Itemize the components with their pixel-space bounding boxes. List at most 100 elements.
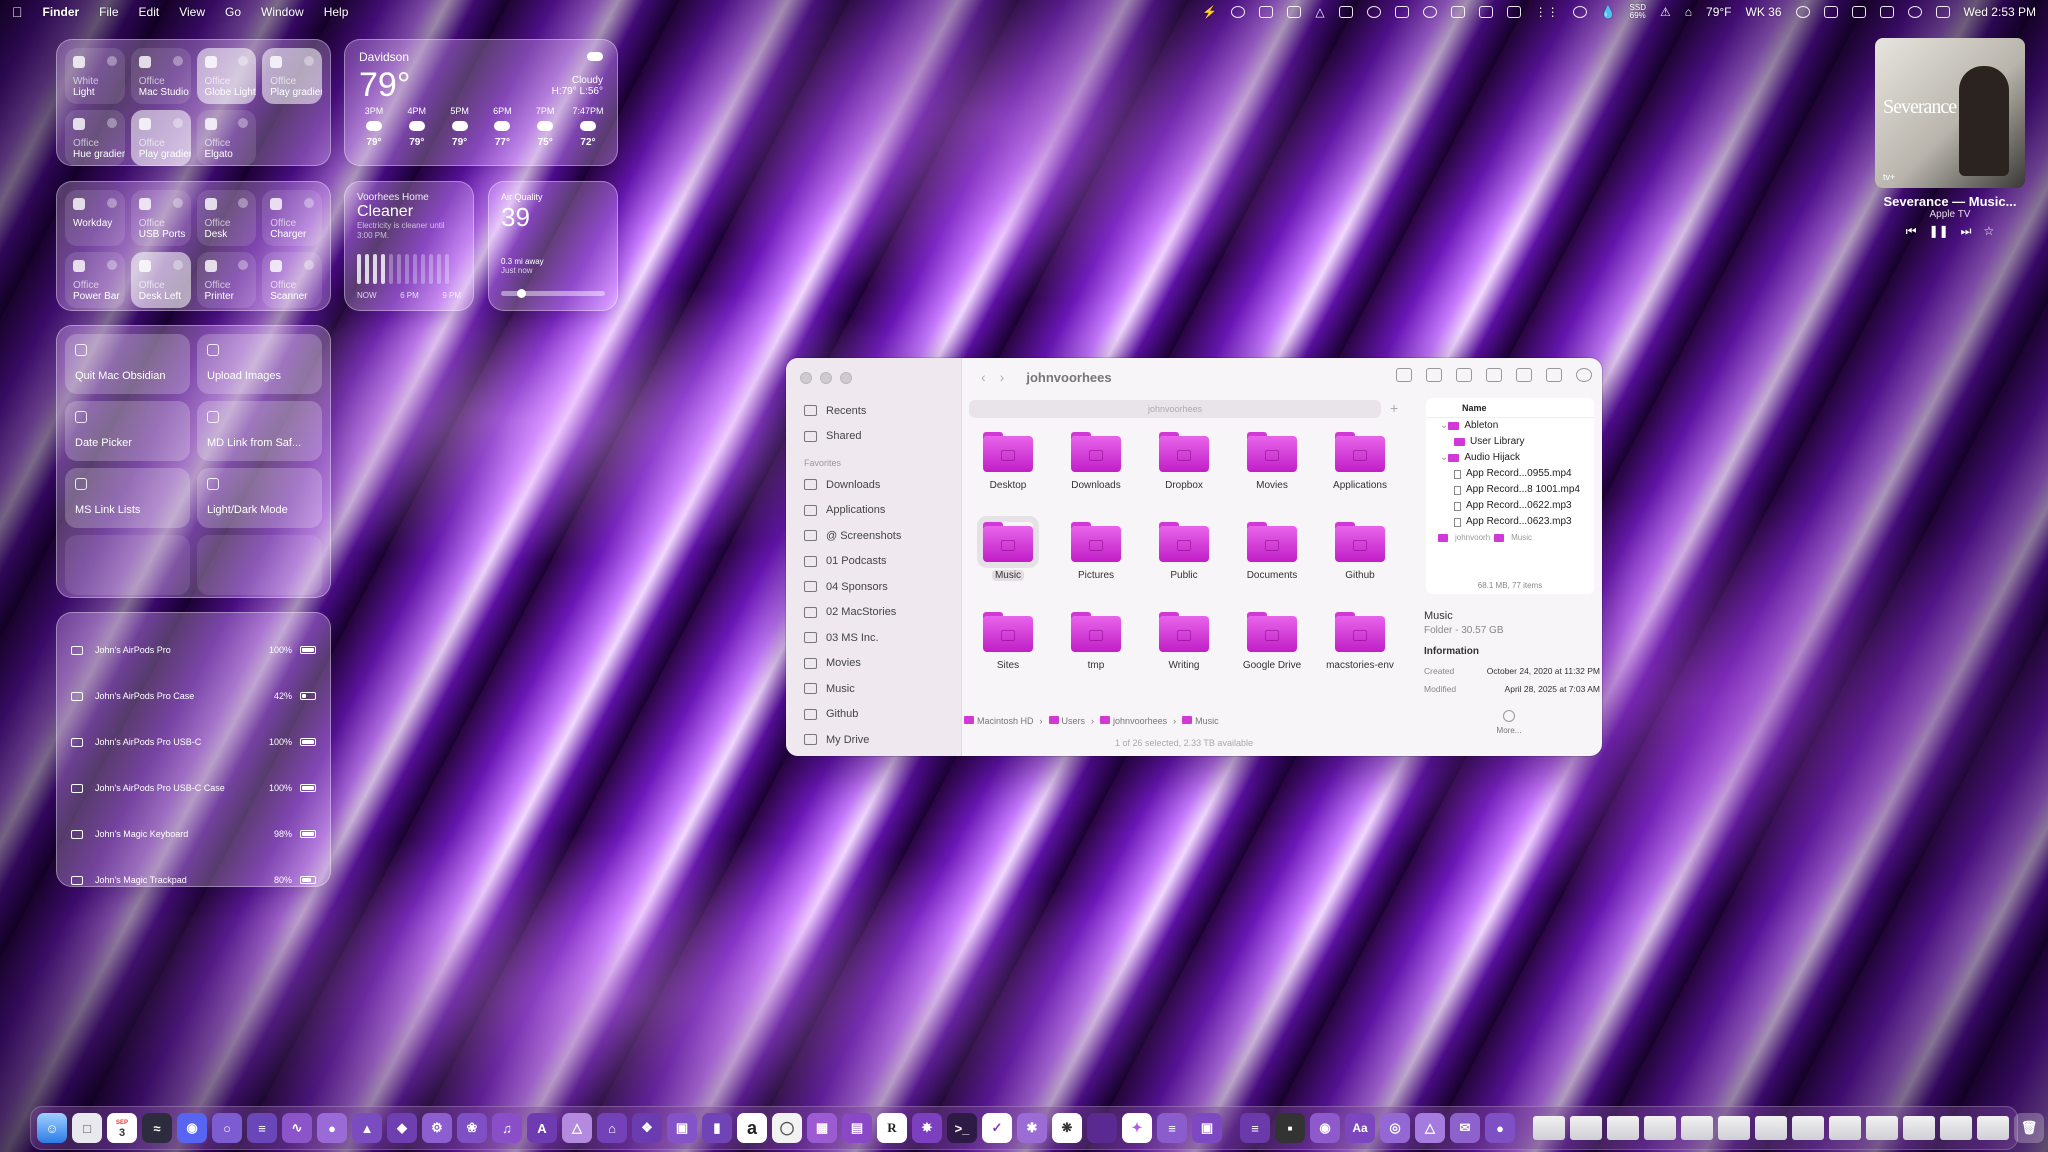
- timer-icon[interactable]: [1907, 6, 1922, 18]
- sidebar-item[interactable]: 04 Sponsors: [796, 574, 951, 600]
- dock-settings-icon[interactable]: ⚙: [422, 1113, 452, 1143]
- dock-minimized-window[interactable]: [1607, 1116, 1639, 1140]
- column-row[interactable]: User Library: [1426, 434, 1594, 450]
- dock-calendar-icon[interactable]: SEP 3: [107, 1113, 137, 1143]
- folder-item[interactable]: Github: [1316, 520, 1404, 596]
- home-accessory-tile[interactable]: Office Elgato: [196, 110, 257, 166]
- home-accessory-tile[interactable]: OfficePlay gradient: [130, 110, 191, 166]
- grid-icon[interactable]: ⋮⋮: [1535, 5, 1559, 19]
- zoom-button[interactable]: [840, 372, 852, 384]
- shortcut-button[interactable]: [197, 535, 322, 595]
- dock-stack-icon[interactable]: ≡: [1240, 1113, 1270, 1143]
- status-icon-2[interactable]: [1572, 6, 1587, 18]
- menu-file[interactable]: File: [99, 5, 118, 19]
- dock-minimized-window[interactable]: [1940, 1116, 1972, 1140]
- dock-safari-icon[interactable]: ❖: [632, 1113, 662, 1143]
- menu-go[interactable]: Go: [225, 5, 241, 19]
- monitor-icon[interactable]: [1287, 6, 1302, 18]
- home-accessory-tile[interactable]: White Light: [65, 48, 125, 104]
- dock-dictionary-icon[interactable]: Aa: [1345, 1113, 1375, 1143]
- weather-widget[interactable]: Davidson 79° Cloudy H:79° L:56° 3PM 79° 4P…: [344, 39, 618, 166]
- dock-appstore-icon[interactable]: A: [527, 1113, 557, 1143]
- dock-minimized-window[interactable]: [1866, 1116, 1898, 1140]
- column-row[interactable]: App Record...8 1001.mp4: [1426, 482, 1594, 498]
- dock-app-icon[interactable]: [1087, 1113, 1117, 1143]
- shortcut-button[interactable]: Light/Dark Mode: [197, 468, 322, 528]
- dock-app-icon[interactable]: ◎: [1380, 1113, 1410, 1143]
- shortcut-button[interactable]: [65, 535, 190, 595]
- control-center-icon[interactable]: [1935, 6, 1950, 18]
- next-track-icon[interactable]: ⏭: [1961, 224, 1972, 239]
- folder-item[interactable]: Downloads: [1052, 430, 1140, 506]
- folder-item[interactable]: Dropbox: [1140, 430, 1228, 506]
- shortcut-button[interactable]: Upload Images: [197, 334, 322, 394]
- dock-minimized-window[interactable]: [1681, 1116, 1713, 1140]
- dock-minimized-window[interactable]: [1829, 1116, 1861, 1140]
- home-accessory-tile[interactable]: Office USB Ports: [130, 190, 191, 246]
- apple-menu-icon[interactable]: : [12, 4, 23, 20]
- sidebar-item[interactable]: Github: [796, 702, 951, 728]
- calendar-icon[interactable]: [1823, 6, 1838, 18]
- menu-help[interactable]: Help: [324, 5, 349, 19]
- home-accessory-tile[interactable]: Office Scanner: [262, 252, 322, 308]
- dock-app-icon[interactable]: ◆: [387, 1113, 417, 1143]
- pen-icon[interactable]: [1338, 6, 1353, 18]
- dock-minimized-window[interactable]: [1977, 1116, 2009, 1140]
- warning-icon[interactable]: ⚠: [1660, 5, 1671, 19]
- dock-app-icon[interactable]: ✓: [982, 1113, 1012, 1143]
- folder-item[interactable]: Writing: [1140, 610, 1228, 686]
- dock-app-icon[interactable]: ✸: [912, 1113, 942, 1143]
- close-button[interactable]: [800, 372, 812, 384]
- sync-icon[interactable]: [1422, 6, 1437, 18]
- menu-weather[interactable]: 79°F: [1706, 5, 1731, 19]
- dock-minimized-window[interactable]: [1718, 1116, 1750, 1140]
- dock-app-icon[interactable]: ◉: [1310, 1113, 1340, 1143]
- folder-item[interactable]: Music: [964, 516, 1052, 596]
- group-icon[interactable]: [1426, 368, 1442, 382]
- sidebar-item[interactable]: @ Screenshots: [796, 523, 951, 549]
- dock-finder-icon[interactable]: ☺: [37, 1113, 67, 1143]
- dock-minimized-window[interactable]: [1792, 1116, 1824, 1140]
- path-segment[interactable]: johnvoorhees: [1100, 716, 1167, 726]
- column-header[interactable]: Name: [1426, 398, 1594, 418]
- folder-item[interactable]: Desktop: [964, 430, 1052, 506]
- path-segment[interactable]: Music: [1182, 716, 1219, 726]
- sidebar-item[interactable]: 03 MS Inc.: [796, 625, 951, 651]
- home-accessory-tile[interactable]: Office Power Bar: [65, 252, 125, 308]
- album-artwork[interactable]: Severance tv+: [1875, 38, 2025, 188]
- column-row[interactable]: App Record...0622.mp3: [1426, 498, 1594, 514]
- sidebar-item[interactable]: 02 MacStories: [796, 600, 951, 626]
- dock-app-icon[interactable]: ▲: [352, 1113, 382, 1143]
- folder-item[interactable]: Applications: [1316, 430, 1404, 506]
- menu-datetime[interactable]: Wed 2:53 PM: [1964, 5, 2036, 19]
- star-icon[interactable]: ☆: [1983, 224, 1994, 239]
- sidebar-item[interactable]: Movies: [796, 651, 951, 677]
- dock-minimized-window[interactable]: [1755, 1116, 1787, 1140]
- disclosure-icon[interactable]: ⌄: [1440, 450, 1448, 466]
- shortcut-button[interactable]: Date Picker: [65, 401, 190, 461]
- triangle-icon[interactable]: △: [1315, 5, 1324, 19]
- folder-item[interactable]: Movies: [1228, 430, 1316, 506]
- minimize-button[interactable]: [820, 372, 832, 384]
- sidebar-item[interactable]: Recents: [796, 398, 951, 424]
- tag-icon[interactable]: [1486, 368, 1502, 382]
- dock-mail-icon[interactable]: ✉: [1450, 1113, 1480, 1143]
- dock-minimized-window[interactable]: [1644, 1116, 1676, 1140]
- dock-chatgpt-icon[interactable]: ❋: [1052, 1113, 1082, 1143]
- dock-discord-icon[interactable]: ◉: [177, 1113, 207, 1143]
- bolt-icon[interactable]: ⚡: [1202, 5, 1217, 19]
- column-row[interactable]: ⌄ Ableton: [1426, 418, 1594, 434]
- path-field[interactable]: johnvoorhees: [969, 400, 1381, 418]
- menu-view[interactable]: View: [179, 5, 205, 19]
- status-icon-1[interactable]: [1231, 6, 1246, 18]
- more-actions-icon[interactable]: [1516, 368, 1532, 382]
- menu-edit[interactable]: Edit: [139, 5, 160, 19]
- menu-window[interactable]: Window: [261, 5, 304, 19]
- dock-minimized-window[interactable]: [1533, 1116, 1565, 1140]
- home-accessory-tile[interactable]: Office Hue gradient: [65, 110, 125, 166]
- home-accessory-tile[interactable]: Office Charger: [262, 190, 322, 246]
- now-playing-widget[interactable]: Severance tv+ Severance — Music... Apple…: [1866, 38, 2034, 258]
- previous-track-icon[interactable]: ⏮: [1906, 224, 1917, 239]
- folder-item[interactable]: Pictures: [1052, 520, 1140, 596]
- dock-rss-icon[interactable]: ∿: [282, 1113, 312, 1143]
